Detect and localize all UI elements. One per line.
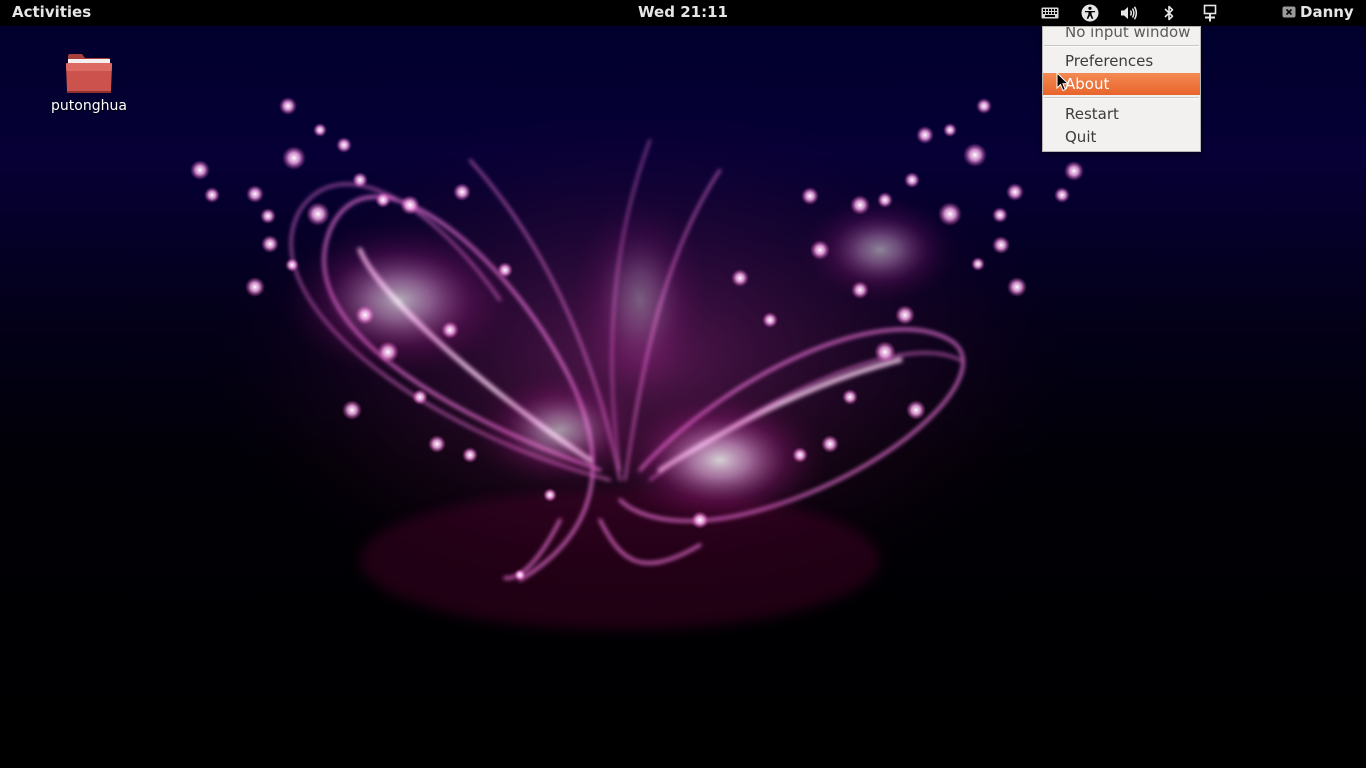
top-panel: Activities Wed 21:11 Danny	[0, 0, 1366, 26]
user-menu-button[interactable]: Danny	[1282, 3, 1354, 21]
user-busy-icon	[1282, 5, 1296, 19]
menu-item-preferences[interactable]: Preferences	[1043, 50, 1200, 72]
clock[interactable]: Wed 21:11	[638, 3, 728, 21]
accessibility-icon[interactable]	[1080, 3, 1100, 23]
menu-item-restart[interactable]: Restart	[1043, 103, 1200, 125]
folder-icon	[65, 52, 113, 96]
desktop-icon-putonghua[interactable]: putonghua	[48, 52, 130, 114]
menu-separator	[1044, 97, 1199, 99]
volume-icon[interactable]	[1119, 3, 1139, 23]
menu-item-no-input-window: No input window	[1065, 26, 1191, 41]
user-name: Danny	[1300, 3, 1354, 21]
keyboard-icon[interactable]	[1040, 3, 1060, 23]
mouse-pointer-icon	[1056, 71, 1070, 96]
bluetooth-icon[interactable]	[1159, 3, 1179, 23]
menu-separator	[1044, 45, 1199, 47]
activities-button[interactable]: Activities	[12, 3, 91, 21]
network-icon[interactable]	[1200, 3, 1220, 23]
desktop-icon-label: putonghua	[51, 98, 127, 114]
menu-item-quit[interactable]: Quit	[1043, 126, 1200, 148]
